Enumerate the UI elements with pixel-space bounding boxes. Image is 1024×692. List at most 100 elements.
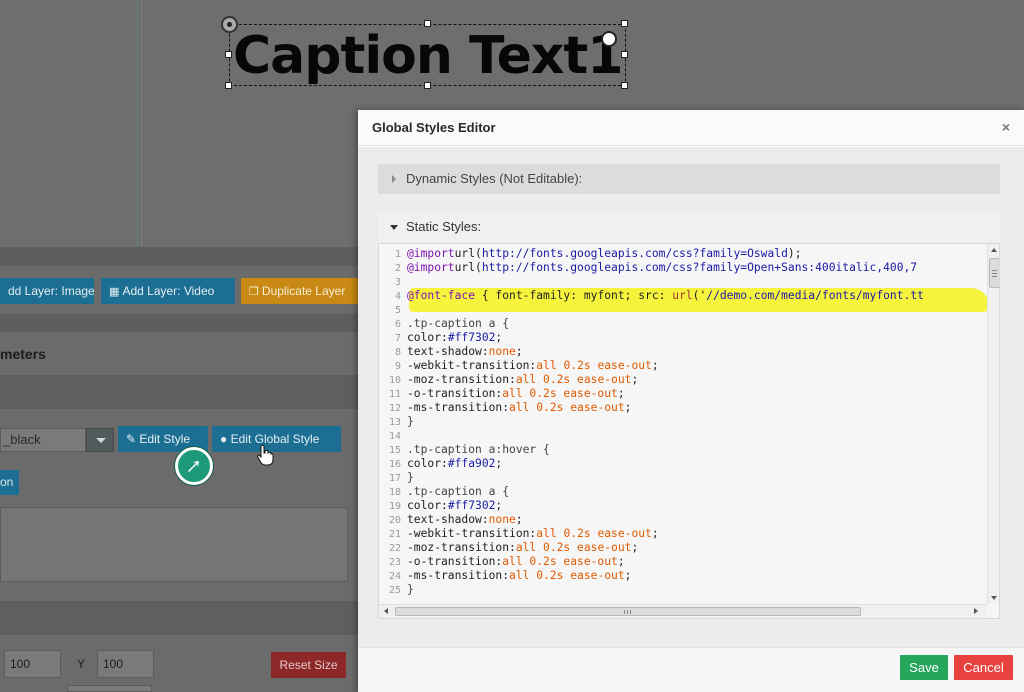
line-number: 17 — [388, 473, 401, 484]
code-line[interactable]: 12 -ms-transition:all 0.2s ease-out; — [379, 401, 987, 415]
save-button[interactable]: Save — [900, 655, 948, 680]
code-line[interactable]: 18 .tp-caption a { — [379, 485, 987, 499]
chevron-down-icon[interactable] — [86, 428, 114, 452]
code-line[interactable]: 15 .tp-caption a:hover { — [379, 443, 987, 457]
code-token: url( — [454, 261, 482, 274]
scroll-left-icon[interactable] — [384, 608, 388, 614]
code-line[interactable]: 10 -moz-transition:all 0.2s ease-out; — [379, 373, 987, 387]
code-line[interactable]: 23 -o-transition:all 0.2s ease-out; — [379, 555, 987, 569]
scroll-up-icon[interactable] — [991, 248, 997, 252]
scroll-down-icon[interactable] — [991, 596, 997, 600]
code-lines[interactable]: 1 @importurl(http://fonts.googleapis.com/… — [379, 247, 987, 602]
dynamic-styles-accordion[interactable]: Dynamic Styles (Not Editable): — [378, 164, 1000, 194]
layer-anchor-icon[interactable] — [221, 16, 238, 33]
code-line[interactable]: 3 — [379, 275, 987, 289]
code-token: -o-transition: — [407, 387, 503, 400]
close-icon[interactable]: × — [1002, 119, 1010, 135]
line-number: 16 — [388, 459, 401, 470]
code-line[interactable]: 5 — [379, 303, 987, 317]
resize-handle-bottom[interactable] — [424, 82, 431, 89]
code-token: #ff7302 — [447, 499, 496, 512]
line-number: 20 — [388, 515, 401, 526]
code-text: @importurl(http://fonts.googleapis.com/c… — [407, 261, 917, 275]
code-token: color: — [407, 457, 448, 470]
resize-handle-bottom-left[interactable] — [225, 82, 232, 89]
line-number: 21 — [388, 529, 401, 540]
vertical-scroll-thumb[interactable] — [989, 258, 999, 288]
edit-global-style-button[interactable]: ● Edit Global Style — [212, 426, 341, 452]
code-token: @font-face — [407, 289, 476, 302]
code-token: } — [407, 415, 414, 428]
line-number: 24 — [388, 571, 401, 582]
code-token: ); — [787, 247, 802, 260]
x-position-input[interactable]: 100 — [4, 650, 61, 678]
code-line[interactable]: 1 @importurl(http://fonts.googleapis.com/… — [379, 247, 987, 261]
code-token: #ff7302 — [447, 331, 496, 344]
vertical-scrollbar[interactable] — [987, 244, 999, 604]
canvas-left-area — [0, 0, 142, 247]
line-number: 2 — [394, 263, 401, 274]
copy-icon: ❐ — [249, 286, 262, 298]
duplicate-layer-button[interactable]: ❐ Duplicate Layer — [241, 278, 359, 304]
resize-handle-bottom-right[interactable] — [621, 82, 628, 89]
reset-size-button[interactable]: Reset Size — [271, 652, 346, 678]
code-text: -moz-transition:all 0.2s ease-out; — [407, 541, 638, 555]
code-line[interactable]: 16 color:#ffa902; — [379, 457, 987, 471]
code-token: none — [488, 513, 516, 526]
cancel-button[interactable]: Cancel — [954, 655, 1013, 680]
code-line[interactable]: 14 — [379, 429, 987, 443]
layer-textarea[interactable] — [0, 507, 348, 582]
code-line[interactable]: 11 -o-transition:all 0.2s ease-out; — [379, 387, 987, 401]
dialog-title: Global Styles Editor — [372, 120, 496, 135]
code-line[interactable]: 19 color:#ff7302; — [379, 499, 987, 513]
code-line[interactable]: 13} — [379, 415, 987, 429]
horizontal-scroll-thumb[interactable] — [395, 607, 861, 616]
hand-cursor-icon — [257, 444, 275, 469]
code-line[interactable]: 6 .tp-caption a { — [379, 317, 987, 331]
code-line[interactable]: 4 @font-face { font-family: myfont; src: … — [379, 289, 987, 303]
code-token: color: — [407, 499, 448, 512]
pointer-badge-icon — [175, 447, 213, 485]
code-line[interactable]: 17} — [379, 471, 987, 485]
code-line[interactable]: 20 text-shadow:none; — [379, 513, 987, 527]
scroll-right-icon[interactable] — [974, 608, 978, 614]
code-token: ; — [515, 513, 523, 526]
caption-layer-text[interactable]: Caption Text1 — [233, 26, 623, 86]
line-number: 12 — [388, 403, 401, 414]
partial-button[interactable]: on — [0, 470, 19, 495]
next-input[interactable] — [67, 685, 152, 692]
code-token: all 0.2s ease-out — [515, 373, 632, 386]
code-token: -webkit-transition: — [407, 359, 537, 372]
resize-handle-top[interactable] — [424, 20, 431, 27]
caption-style-select[interactable]: _black — [0, 428, 86, 452]
code-line[interactable]: 7 color:#ff7302; — [379, 331, 987, 345]
code-line[interactable]: 24 -ms-transition:all 0.2s ease-out; — [379, 569, 987, 583]
code-line[interactable]: 9 -webkit-transition:all 0.2s ease-out; — [379, 359, 987, 373]
resize-handle-top-right[interactable] — [621, 20, 628, 27]
code-line[interactable]: 21 -webkit-transition:all 0.2s ease-out; — [379, 527, 987, 541]
code-token: text-shadow: — [407, 345, 489, 358]
resize-handle-left[interactable] — [225, 51, 232, 58]
resize-handle-right[interactable] — [621, 51, 628, 58]
code-line[interactable]: 22 -moz-transition:all 0.2s ease-out; — [379, 541, 987, 555]
static-styles-code-editor[interactable]: 1 @importurl(http://fonts.googleapis.com/… — [378, 243, 1000, 619]
y-position-input[interactable]: 100 — [97, 650, 154, 678]
horizontal-scrollbar[interactable] — [379, 604, 987, 618]
code-token: { font-family: myfont; src: — [475, 289, 673, 302]
static-styles-accordion[interactable]: Static Styles: — [378, 212, 1000, 242]
code-line[interactable]: 25} — [379, 583, 987, 597]
line-number: 11 — [388, 389, 401, 400]
add-layer-video-button[interactable]: ▦ Add Layer: Video — [101, 278, 235, 304]
code-token: ; — [624, 401, 632, 414]
rotate-handle-icon[interactable] — [601, 31, 617, 47]
code-line[interactable]: 2 @importurl(http://fonts.googleapis.com/… — [379, 261, 987, 275]
canvas-guide-line — [137, 0, 138, 245]
code-token: url — [672, 289, 693, 302]
add-layer-image-button[interactable]: dd Layer: Image — [0, 278, 94, 304]
code-text: .tp-caption a { — [407, 485, 509, 499]
code-text: text-shadow:none; — [407, 345, 523, 359]
code-token: -moz-transition: — [407, 541, 516, 554]
code-line[interactable]: 8 text-shadow:none; — [379, 345, 987, 359]
line-number: 15 — [388, 445, 401, 456]
code-token: ; — [495, 499, 503, 512]
